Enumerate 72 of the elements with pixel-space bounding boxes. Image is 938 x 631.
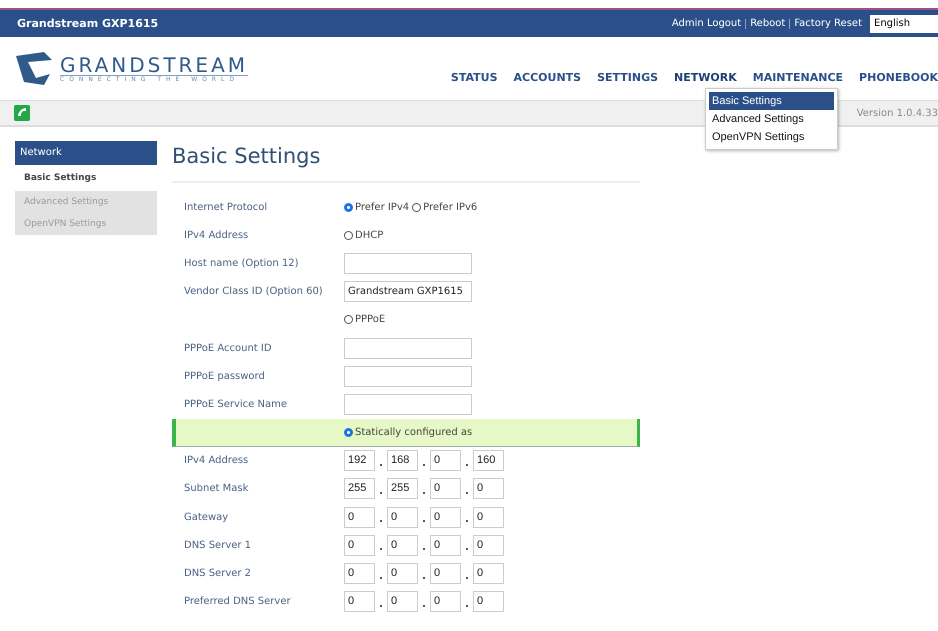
radio-option[interactable]: Statically configured as xyxy=(344,426,472,438)
octet-field[interactable]: 0 xyxy=(387,506,418,528)
input-field[interactable] xyxy=(344,394,472,415)
octet-field[interactable]: 0 xyxy=(473,478,504,500)
octet-field[interactable]: 0 xyxy=(344,591,375,612)
radio-option[interactable]: Prefer IPv4 xyxy=(344,202,410,213)
radio-icon[interactable] xyxy=(344,230,353,240)
octet-field[interactable]: 0 xyxy=(430,450,461,472)
octet-field[interactable]: 168 xyxy=(387,450,418,472)
radio-option[interactable]: Prefer IPv6 xyxy=(412,202,478,213)
octet-field[interactable]: 0 xyxy=(430,534,461,556)
octet-field[interactable]: 192 xyxy=(344,450,375,472)
input-field[interactable] xyxy=(344,252,472,274)
octet-field[interactable]: 0 xyxy=(387,591,418,612)
field-label: Subnet Mask xyxy=(184,483,250,494)
logo-text: GRANDSTREAM xyxy=(60,54,248,76)
octet-field[interactable]: 255 xyxy=(344,478,375,500)
radio-icon[interactable] xyxy=(344,428,353,437)
octet-field[interactable]: 0 xyxy=(430,563,461,584)
menu-item[interactable]: Advanced Settings xyxy=(709,110,834,128)
nav-tab[interactable]: PHONEBOOK xyxy=(859,71,938,84)
octet-field[interactable]: 0 xyxy=(430,591,461,612)
field-label: Preferred DNS Server xyxy=(184,596,292,608)
input-field[interactable] xyxy=(344,366,472,387)
menu-item[interactable]: OpenVPN Settings xyxy=(709,128,834,146)
radio-icon[interactable] xyxy=(344,202,353,212)
field-label: PPPoE password xyxy=(184,370,266,382)
radio-option[interactable]: PPPoE xyxy=(344,314,386,326)
input-field[interactable] xyxy=(344,338,472,359)
page-title: Basic Settings xyxy=(172,141,640,183)
field-label: Gateway xyxy=(184,512,230,523)
menu-item[interactable]: Basic Settings xyxy=(709,92,834,110)
header-link[interactable]: Admin Logout xyxy=(672,18,742,29)
radio-icon[interactable] xyxy=(344,315,353,324)
radio-icon[interactable] xyxy=(412,202,422,212)
octet-field[interactable]: 0 xyxy=(387,534,418,556)
input-field[interactable]: Grandstream GXP1615 xyxy=(344,281,472,302)
octet-field[interactable]: 0 xyxy=(473,506,504,528)
nav-tab[interactable]: NETWORK xyxy=(674,71,737,84)
field-label: IPv4 Address xyxy=(184,230,250,241)
sidebar-heading: Network xyxy=(15,141,157,165)
octet-field[interactable]: 0 xyxy=(473,534,504,556)
nav-tab[interactable]: ACCOUNTS xyxy=(514,71,582,84)
octet-field[interactable]: 0 xyxy=(473,563,504,584)
radio-option[interactable]: DHCP xyxy=(344,230,384,241)
nav-tab[interactable]: STATUS xyxy=(450,71,498,84)
field-label: Vendor Class ID (Option 60) xyxy=(184,286,324,298)
logo-icon xyxy=(14,52,54,86)
octet-field[interactable]: 0 xyxy=(344,563,375,584)
octet-field[interactable]: 0 xyxy=(473,591,504,612)
nav-tab[interactable]: MAINTENANCE xyxy=(752,71,844,84)
phone-icon xyxy=(14,105,30,121)
device-title: Grandstream GXP1615 xyxy=(17,17,158,30)
field-label: Internet Protocol xyxy=(184,202,268,213)
field-label: DNS Server 2 xyxy=(184,568,252,580)
octet-field[interactable]: 0 xyxy=(430,478,461,500)
header-link[interactable]: Factory Reset xyxy=(794,18,862,29)
header-link[interactable]: Reboot xyxy=(750,18,786,29)
field-label: Host name (Option 12) xyxy=(184,258,300,269)
field-label: PPPoE Account ID xyxy=(184,342,273,354)
octet-field[interactable]: 0 xyxy=(344,506,375,528)
octet-field[interactable]: 0 xyxy=(387,563,418,584)
octet-field[interactable]: 160 xyxy=(473,450,504,472)
octet-field[interactable]: 0 xyxy=(344,534,375,556)
language-select[interactable]: English xyxy=(870,14,938,32)
version-text: Version 1.0.4.33 xyxy=(856,108,938,118)
octet-field[interactable]: 255 xyxy=(387,478,418,500)
nav-tab[interactable]: SETTINGS xyxy=(597,71,658,84)
octet-field[interactable]: 0 xyxy=(430,506,461,528)
field-label: IPv4 Address xyxy=(184,455,250,466)
field-label: DNS Server 1 xyxy=(184,540,252,551)
field-label: PPPoE Service Name xyxy=(184,398,288,410)
